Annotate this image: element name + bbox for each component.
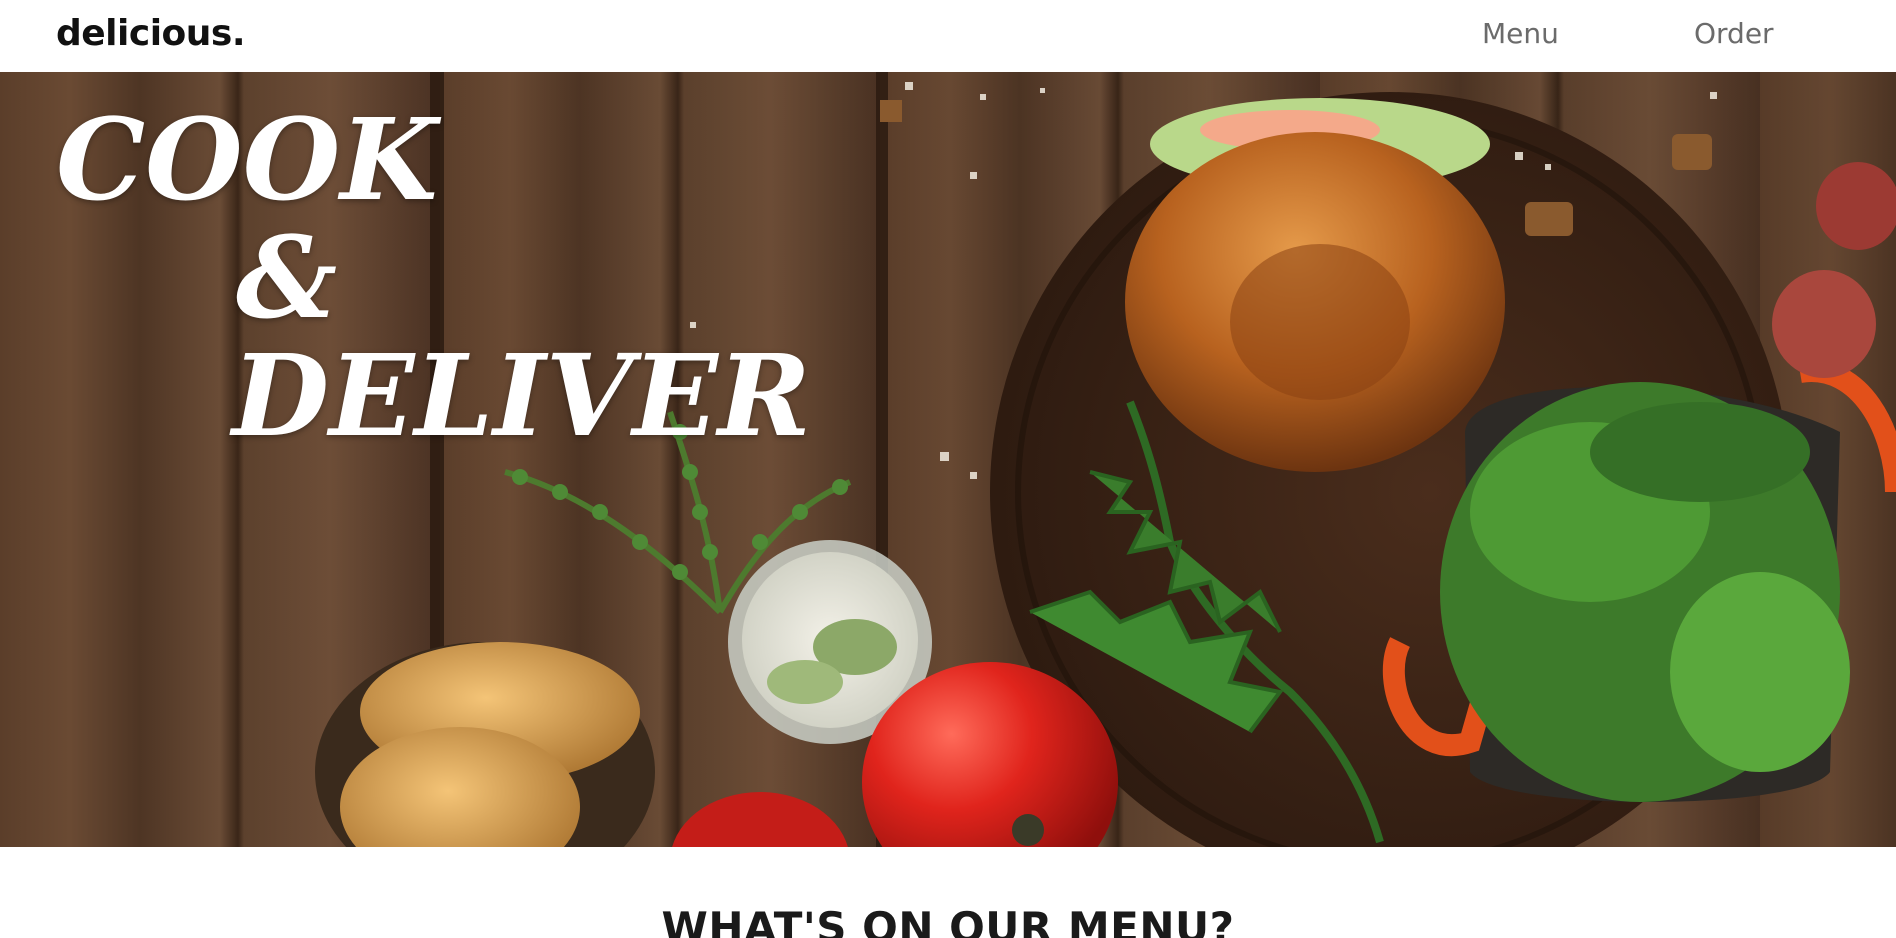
nav-link-menu[interactable]: Menu <box>1482 16 1559 52</box>
hero-heading-line-3: DELIVER <box>232 331 811 462</box>
brand-logo[interactable]: delicious. <box>56 12 246 56</box>
menu-section-title: WHAT'S ON OUR MENU? <box>661 903 1235 938</box>
top-navbar: delicious. Menu Order <box>0 0 1896 72</box>
nav-link-order[interactable]: Order <box>1694 16 1774 52</box>
hero-heading: COOK & DELIVER <box>56 102 811 456</box>
hero-heading-line-1: COOK <box>56 95 438 226</box>
hero-banner: COOK & DELIVER <box>0 72 1896 847</box>
shallot <box>1816 162 1896 250</box>
hero-heading-line-2: & <box>236 213 338 344</box>
